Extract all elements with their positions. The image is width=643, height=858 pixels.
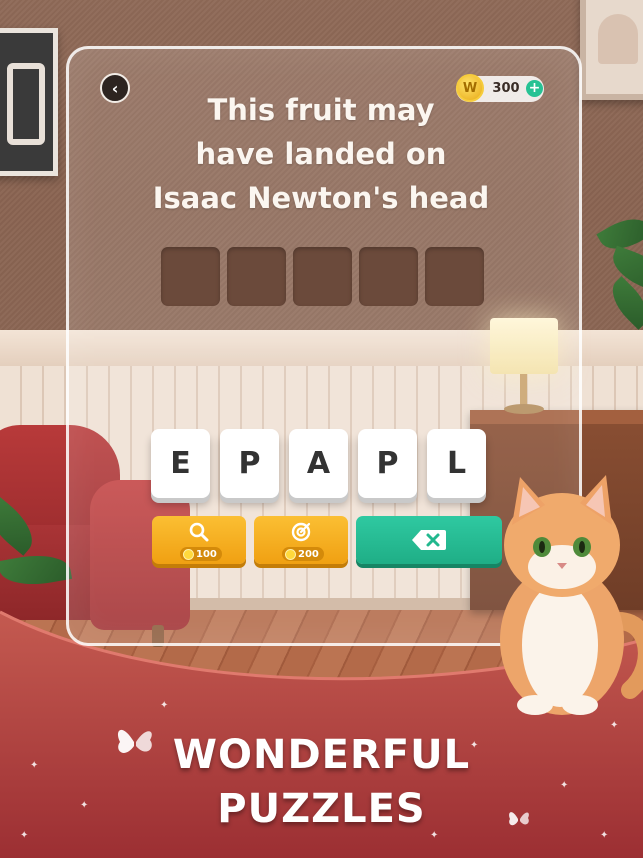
backspace-icon (412, 530, 446, 550)
add-coins-button[interactable]: + (526, 80, 543, 97)
headline-line: WONDERFUL (172, 732, 471, 778)
plant-right (596, 209, 643, 330)
question-text: This fruit may have landed on Isaac Newt… (120, 88, 522, 220)
letter-tiles: E P A P L (151, 429, 486, 498)
letter-tile[interactable]: A (289, 429, 348, 498)
plus-icon: + (528, 80, 541, 96)
hint-cost: 200 (282, 547, 324, 561)
headline-line: PUZZLES (217, 786, 426, 832)
letter-tile[interactable]: E (151, 429, 210, 498)
answer-slot[interactable] (359, 247, 418, 306)
wall-picture-right (580, 0, 643, 100)
remove-letters-hint-button[interactable]: 200 (254, 516, 348, 564)
reveal-letter-hint-button[interactable]: 100 (152, 516, 246, 564)
answer-slot[interactable] (425, 247, 484, 306)
plant-left (0, 494, 73, 610)
cat-mascot (500, 475, 643, 715)
hint-toolbar: 100 200 (152, 516, 502, 564)
target-icon (254, 520, 348, 549)
delete-letter-button[interactable] (356, 516, 502, 564)
magnifier-icon (152, 520, 246, 549)
question-line: Isaac Newton's head (152, 181, 490, 215)
promo-headline: WONDERFUL PUZZLES (0, 728, 643, 836)
letter-tile[interactable]: P (220, 429, 279, 498)
hint-cost: 100 (180, 547, 222, 561)
coin-icon (183, 548, 194, 560)
question-line: This fruit may (207, 93, 435, 127)
coin-icon (285, 548, 296, 560)
answer-slots (161, 247, 484, 306)
wall-picture-left (0, 28, 58, 176)
letter-tile[interactable]: L (427, 429, 486, 498)
letter-tile[interactable]: P (358, 429, 417, 498)
answer-slot[interactable] (161, 247, 220, 306)
answer-slot[interactable] (293, 247, 352, 306)
chevron-left-icon: ‹ (111, 78, 119, 98)
question-line: have landed on (195, 137, 447, 171)
sparkle: ✦ (160, 700, 169, 711)
answer-slot[interactable] (227, 247, 286, 306)
